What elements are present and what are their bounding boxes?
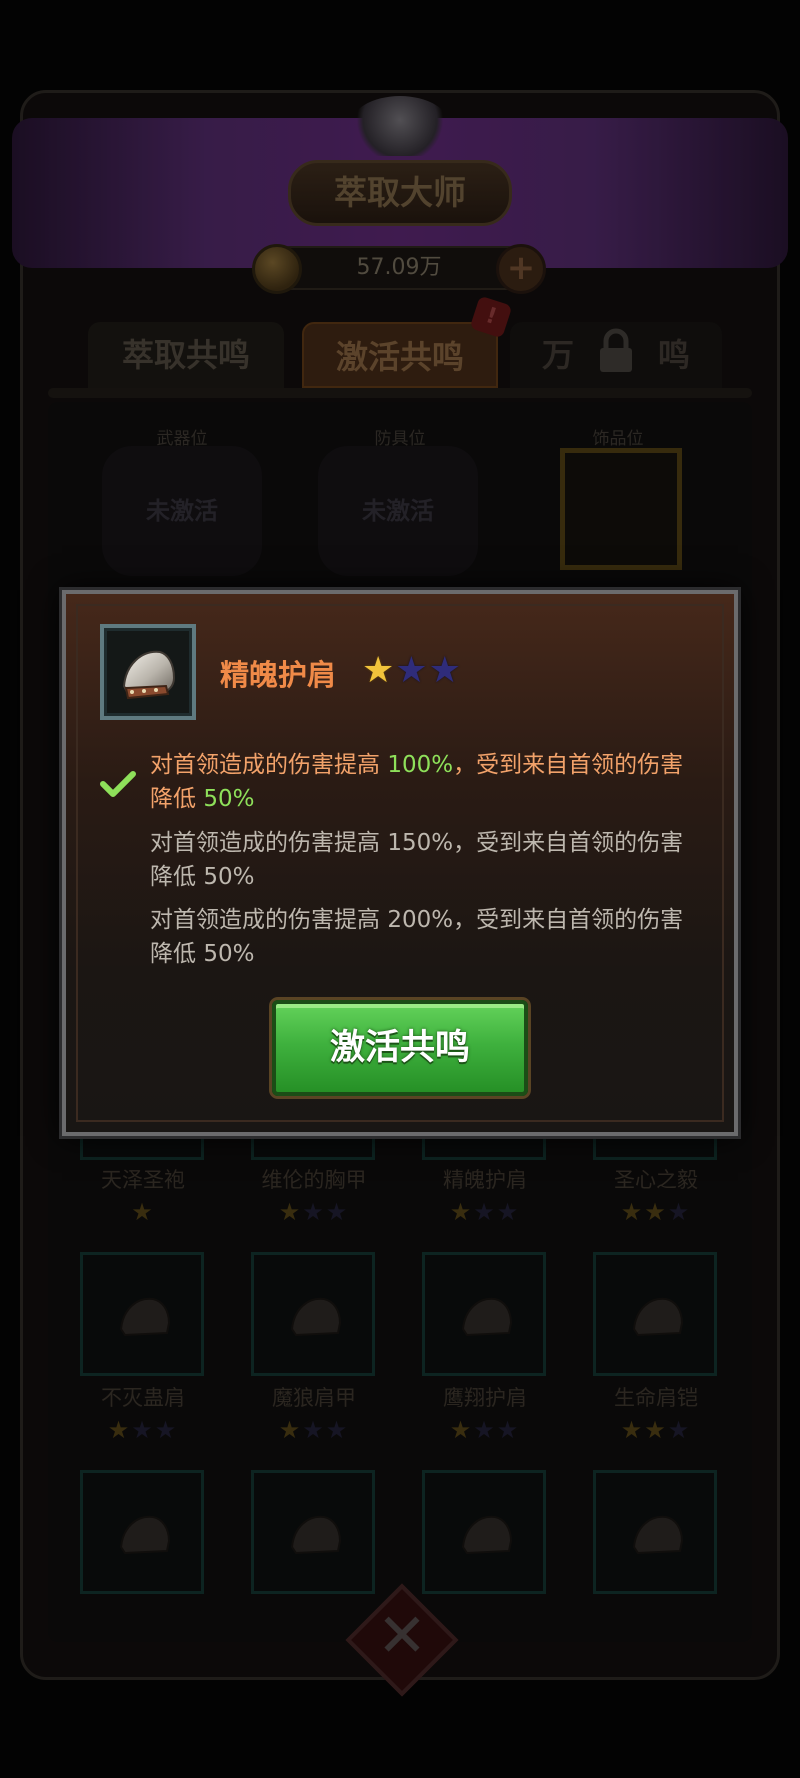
effect-value: 100% [387, 752, 454, 778]
effect-text: 对首领造成的伤害提高 [150, 830, 388, 856]
activate-resonance-button[interactable]: 激活共鸣 [272, 1000, 528, 1096]
check-icon [100, 771, 136, 797]
star-empty-icon: ★ [395, 650, 429, 691]
item-title: 精魄护肩 [220, 658, 337, 692]
shoulder-armor-icon [122, 650, 176, 700]
effect-tier-2: 对首领造成的伤害提高 150%，受到来自首领的伤害降低 50% [150, 826, 690, 894]
item-icon-frame [100, 624, 196, 720]
effect-tier-1: 对首领造成的伤害提高 100%，受到来自首领的伤害降低 50% [150, 748, 690, 816]
effect-value: 50% [203, 941, 255, 967]
star-filled-icon: ★ [362, 650, 396, 691]
effect-text: 对首领造成的伤害提高 [150, 907, 388, 933]
item-star-rating: ★★★ [362, 651, 462, 691]
star-empty-icon: ★ [428, 650, 462, 691]
effect-value: 200% [387, 907, 454, 933]
effect-value: 50% [203, 864, 255, 890]
effect-text: 对首领造成的伤害提高 [150, 752, 388, 778]
effect-value: 50% [203, 786, 255, 812]
effect-tier-3: 对首领造成的伤害提高 200%，受到来自首领的伤害降低 50% [150, 903, 690, 971]
effect-value: 150% [387, 830, 454, 856]
